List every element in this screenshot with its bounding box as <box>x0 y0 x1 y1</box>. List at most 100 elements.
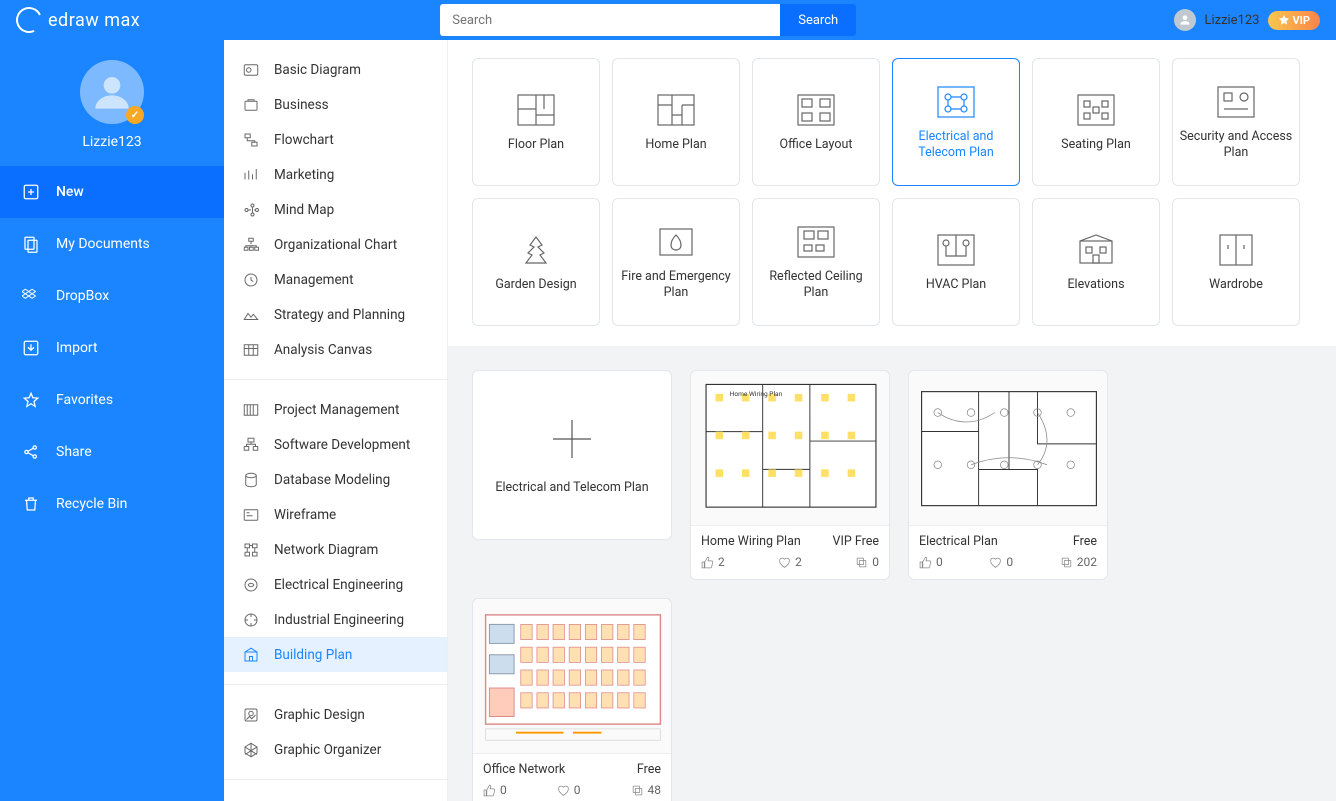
category-icon <box>242 541 260 559</box>
star-icon <box>22 391 40 409</box>
category-wireframe[interactable]: Wireframe <box>224 497 447 532</box>
dropbox-icon <box>22 287 40 305</box>
category-icon <box>242 236 260 254</box>
user-avatar-small[interactable] <box>1174 9 1196 31</box>
topbar: edraw max Search Lizzie123 VIP <box>0 0 1336 40</box>
category-graphic-design[interactable]: Graphic Design <box>224 697 447 732</box>
plan-label: Home Plan <box>639 137 712 153</box>
category-label: Wireframe <box>274 507 336 523</box>
plan-garden-design[interactable]: Garden Design <box>472 198 600 326</box>
profile-name: Lizzie123 <box>82 134 141 150</box>
plan-home-plan[interactable]: Home Plan <box>612 58 740 186</box>
template-thumb <box>473 599 672 754</box>
plan-icon <box>1074 231 1118 269</box>
content-area: Floor Plan Home Plan Office Layout Electric… <box>448 40 1336 801</box>
category-icon <box>242 61 260 79</box>
nav-label: Favorites <box>56 392 113 408</box>
stat-likes[interactable]: 2 <box>701 555 725 569</box>
category-label: Graphic Organizer <box>274 742 381 758</box>
category-icon <box>242 436 260 454</box>
plan-hvac-plan[interactable]: HVAC Plan <box>892 198 1020 326</box>
category-mind-map[interactable]: Mind Map <box>224 192 447 227</box>
nav-item-share[interactable]: Share <box>0 426 224 478</box>
template-tag: Free <box>1073 534 1097 549</box>
category-icon <box>242 341 260 359</box>
category-network-diagram[interactable]: Network Diagram <box>224 532 447 567</box>
category-software-development[interactable]: Software Development <box>224 427 447 462</box>
plan-icon <box>1074 91 1118 129</box>
template-home-wiring-plan[interactable]: Home Wiring Plan Home Wiring PlanVIP Fre… <box>690 370 890 580</box>
category-label: Flowchart <box>274 132 334 148</box>
plan-label: Wardrobe <box>1203 277 1269 293</box>
nav-item-favorites[interactable]: Favorites <box>0 374 224 426</box>
category-icon <box>242 471 260 489</box>
copy-icon <box>631 784 644 797</box>
category-database-modeling[interactable]: Database Modeling <box>224 462 447 497</box>
category-management[interactable]: Management <box>224 262 447 297</box>
category-sidebar[interactable]: Basic DiagramBusiness Flowchart Marketing M… <box>224 40 448 801</box>
nav-item-recycle-bin[interactable]: Recycle Bin <box>0 478 224 530</box>
vip-badge[interactable]: VIP <box>1268 11 1321 30</box>
category-label: Marketing <box>274 167 334 183</box>
stat-copies[interactable]: 202 <box>1060 555 1097 569</box>
category-flowchart[interactable]: Flowchart <box>224 122 447 157</box>
category-marketing[interactable]: Marketing <box>224 157 447 192</box>
category-strategy-and-planning[interactable]: Strategy and Planning <box>224 297 447 332</box>
plan-label: Office Layout <box>774 137 859 153</box>
thumbs-up-icon <box>701 556 714 569</box>
user-avatar-large[interactable] <box>80 60 144 124</box>
nav-label: Import <box>56 340 98 356</box>
template-thumb: Home Wiring Plan <box>691 371 890 526</box>
plan-security-and-access-plan[interactable]: Security and Access Plan <box>1172 58 1300 186</box>
new-template-card[interactable]: Electrical and Telecom Plan <box>472 370 672 540</box>
template-office-network[interactable]: Office Network Free 0 0 48 <box>472 598 672 801</box>
nav-item-new[interactable]: New <box>0 166 224 218</box>
category-icon <box>242 576 260 594</box>
avatar-verify-badge <box>126 106 144 124</box>
template-electrical-plan[interactable]: Electrical PlanFree 0 0 202 <box>908 370 1108 580</box>
category-industrial-engineering[interactable]: Industrial Engineering <box>224 602 447 637</box>
category-electrical-engineering[interactable]: Electrical Engineering <box>224 567 447 602</box>
nav-label: New <box>56 184 84 200</box>
share-icon <box>22 443 40 461</box>
stat-likes[interactable]: 0 <box>483 783 507 797</box>
plan-elevations[interactable]: Elevations <box>1032 198 1160 326</box>
category-analysis-canvas[interactable]: Analysis Canvas <box>224 332 447 367</box>
search-button[interactable]: Search <box>780 4 856 36</box>
plan-wardrobe[interactable]: Wardrobe <box>1172 198 1300 326</box>
category-project-management[interactable]: Project Management <box>224 392 447 427</box>
stat-copies[interactable]: 0 <box>855 555 879 569</box>
stat-copies[interactable]: 48 <box>631 783 662 797</box>
nav-item-import[interactable]: Import <box>0 322 224 374</box>
plan-icon <box>934 231 978 269</box>
stat-likes[interactable]: 0 <box>919 555 943 569</box>
template-name: Office Network <box>483 762 565 777</box>
search-input[interactable] <box>440 4 780 36</box>
nav-item-my-documents[interactable]: My Documents <box>0 218 224 270</box>
stat-hearts[interactable]: 0 <box>557 783 581 797</box>
category-label: Organizational Chart <box>274 237 397 253</box>
category-graphic-organizer[interactable]: Graphic Organizer <box>224 732 447 767</box>
plan-reflected-ceiling-plan[interactable]: Reflected Ceiling Plan <box>752 198 880 326</box>
import-icon <box>22 339 40 357</box>
plan-seating-plan[interactable]: Seating Plan <box>1032 58 1160 186</box>
heart-icon <box>778 556 791 569</box>
category-basic-diagram[interactable]: Basic Diagram <box>224 52 447 87</box>
plan-floor-plan[interactable]: Floor Plan <box>472 58 600 186</box>
plan-electrical-and-telecom-plan[interactable]: Electrical and Telecom Plan <box>892 58 1020 186</box>
category-organizational-chart[interactable]: Organizational Chart <box>224 227 447 262</box>
category-icon <box>242 506 260 524</box>
topbar-user: Lizzie123 VIP <box>1174 9 1320 31</box>
stat-hearts[interactable]: 0 <box>989 555 1013 569</box>
plan-office-layout[interactable]: Office Layout <box>752 58 880 186</box>
category-label: Mind Map <box>274 202 334 218</box>
plan-fire-and-emergency-plan[interactable]: Fire and Emergency Plan <box>612 198 740 326</box>
plan-icon <box>1214 231 1258 269</box>
template-tag: Free <box>637 762 661 777</box>
category-building-plan[interactable]: Building Plan <box>224 637 447 672</box>
nav-item-dropbox[interactable]: DropBox <box>0 270 224 322</box>
category-business[interactable]: Business <box>224 87 447 122</box>
stat-hearts[interactable]: 2 <box>778 555 802 569</box>
nav-label: My Documents <box>56 236 150 252</box>
heart-icon <box>989 556 1002 569</box>
